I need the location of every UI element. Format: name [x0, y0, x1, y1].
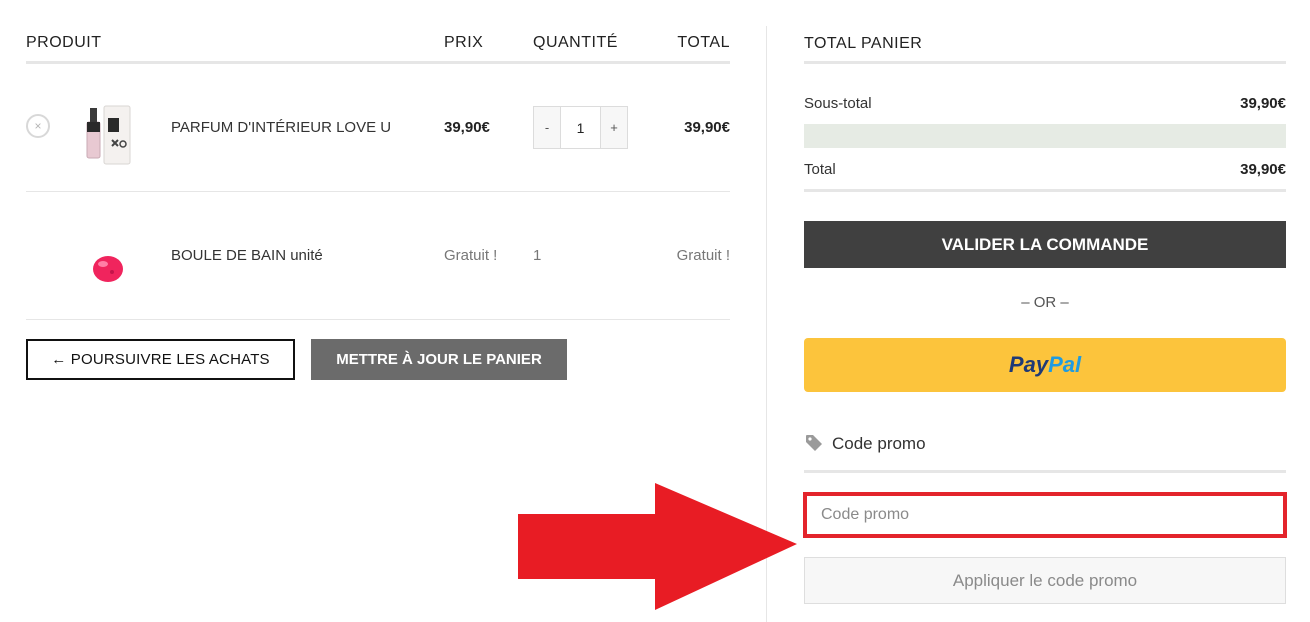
paypal-logo-pay: Pay	[1008, 352, 1049, 377]
quantity-increase-button[interactable]: +	[601, 107, 627, 148]
perfume-bottle-image	[86, 105, 131, 165]
quantity-stepper[interactable]: - 1 +	[533, 106, 628, 149]
checkout-button[interactable]: VALIDER LA COMMANDE	[804, 221, 1286, 268]
subtotal-label: Sous-total	[804, 95, 872, 112]
subtotal-value: 39,90€	[1240, 95, 1286, 112]
product-name[interactable]: PARFUM D'INTÉRIEUR LOVE U	[171, 119, 391, 136]
tag-icon	[804, 433, 824, 453]
or-separator: – OR –	[1021, 294, 1069, 311]
title-divider	[804, 61, 1286, 64]
quantity-input[interactable]: 1	[560, 107, 601, 148]
product-name: BOULE DE BAIN unité	[171, 247, 323, 264]
apply-promo-button[interactable]: Appliquer le code promo	[804, 557, 1286, 604]
product-price: Gratuit !	[444, 247, 498, 264]
totals-divider	[804, 189, 1286, 192]
product-quantity: 1	[533, 247, 542, 264]
product-thumbnail-perfume[interactable]	[82, 100, 138, 170]
close-icon: ×	[34, 119, 42, 133]
bath-bomb-image	[93, 256, 123, 282]
promo-code-title: Code promo	[832, 434, 926, 453]
total-label: Total	[804, 161, 836, 178]
shipping-row	[804, 124, 1286, 148]
column-header-total: TOTAL	[677, 34, 730, 51]
promo-divider	[804, 470, 1286, 473]
quantity-decrease-button[interactable]: -	[534, 107, 560, 148]
continue-shopping-button[interactable]: ← POURSUIVRE LES ACHATS	[26, 339, 295, 380]
remove-item-button[interactable]: ×	[26, 114, 50, 138]
line-total: 39,90€	[684, 119, 730, 136]
table-header-divider	[26, 61, 730, 64]
column-header-product: PRODUIT	[26, 34, 102, 51]
cart-totals-title: TOTAL PANIER	[804, 35, 923, 52]
row-divider	[26, 191, 730, 192]
line-total: Gratuit !	[676, 247, 730, 264]
product-price: 39,90€	[444, 119, 490, 136]
promo-code-input[interactable]	[803, 492, 1287, 538]
paypal-logo-pal: Pal	[1048, 352, 1082, 377]
arrow-right-icon	[517, 482, 799, 612]
column-header-quantity: QUANTITÉ	[533, 34, 618, 51]
row-divider	[26, 319, 730, 320]
paypal-button[interactable]: Pay Pal	[804, 338, 1286, 392]
total-value: 39,90€	[1240, 161, 1286, 178]
product-thumbnail-bath-bomb	[90, 253, 126, 285]
update-cart-button[interactable]: METTRE À JOUR LE PANIER	[311, 339, 567, 380]
column-header-price: PRIX	[444, 34, 484, 51]
